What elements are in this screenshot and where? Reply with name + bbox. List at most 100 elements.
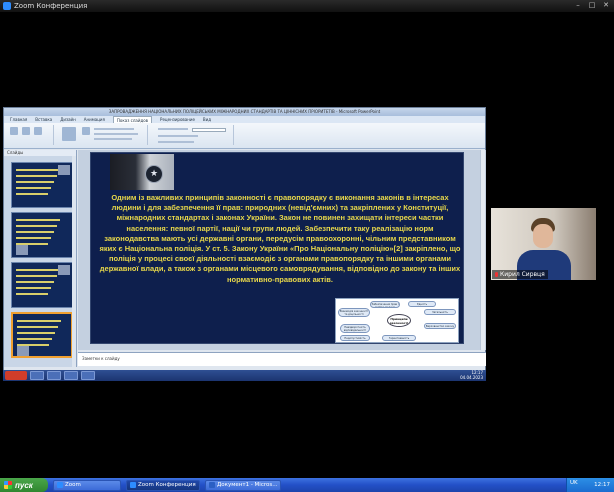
thumbnail-text-line — [16, 175, 57, 177]
ribbon-button[interactable] — [82, 127, 90, 135]
ribbon-button[interactable] — [10, 127, 18, 135]
diagram-node: Гарантованість законності — [382, 335, 416, 341]
ribbon-tab[interactable]: Показ слайдов — [112, 116, 153, 123]
shared-screen: ЗАПРОВАДЖЕННЯ НАЦІОНАЛЬНИХ ПОЛІЦЕЙСЬКИХ … — [3, 107, 486, 381]
taskbar-item[interactable]: Zoom — [53, 479, 121, 491]
ribbon-option[interactable] — [94, 128, 134, 130]
shared-task — [64, 371, 78, 380]
thumbnails-tab[interactable]: Слайды — [4, 150, 76, 156]
shared-clock: 12:17 04.04.2023 — [460, 370, 483, 380]
ribbon — [4, 123, 485, 149]
slide-scrollbar[interactable] — [480, 150, 485, 350]
shared-task — [30, 371, 44, 380]
thumbnail-image — [58, 165, 70, 175]
windows-taskbar: пуск Zoom Zoom Конференция Документ1 - Mic… — [0, 478, 614, 492]
ribbon-tab[interactable]: Анимация — [84, 116, 105, 123]
thumbnail-text-line — [16, 219, 60, 221]
participant-face — [533, 224, 553, 248]
slide-thumbnail[interactable] — [11, 312, 73, 358]
ribbon-button[interactable] — [62, 127, 76, 141]
thumbnail-image — [58, 265, 70, 275]
thumbnail-text-line — [17, 320, 61, 322]
shared-start-button — [5, 371, 27, 380]
taskbar-item[interactable]: Zoom Конференция — [126, 479, 200, 491]
thumbnail-text-line — [16, 287, 51, 289]
zoom-window-title: Zoom Конференция — [14, 2, 88, 10]
police-badge-icon: ★ — [145, 165, 163, 183]
notes-field[interactable]: Заметки к слайду — [78, 352, 486, 366]
ribbon-tab[interactable]: Главная — [10, 116, 27, 123]
minimize-icon[interactable]: – — [572, 1, 584, 10]
thumbnail-text-line — [16, 293, 48, 295]
window-controls: – □ ✕ — [572, 1, 612, 10]
shared-clock-date: 04.04.2023 — [460, 374, 483, 380]
muted-mic-icon — [495, 272, 498, 277]
thumbnail-text-line — [16, 231, 54, 233]
app-icon — [209, 482, 215, 488]
thumbnail-text-line — [16, 225, 57, 227]
participant-name-label: Кирил Сирвця — [492, 270, 548, 279]
ribbon-option[interactable] — [94, 138, 132, 140]
zoom-app-icon — [3, 2, 11, 10]
thumbnail-text-line — [16, 237, 51, 239]
current-slide[interactable]: ★ Одним із важливих принципів законності… — [90, 152, 464, 344]
thumbnail-text-line — [16, 281, 54, 283]
taskbar-item[interactable]: Документ1 - Micros... — [205, 479, 281, 491]
thumbnail-text-line — [16, 187, 51, 189]
language-indicator[interactable]: UK — [570, 480, 578, 486]
diagram-node: Невідворотність відповідальності — [340, 324, 370, 333]
ribbon-group — [154, 125, 234, 145]
ribbon-tab[interactable]: Вставка — [35, 116, 52, 123]
ribbon-tabs: Главная Вставка Дизайн Анимация Показ слайдо… — [4, 116, 485, 123]
thumbnail-image — [16, 245, 28, 255]
taskbar-item-label: Zoom Конференция — [138, 482, 196, 488]
diagram-node: Взаємодія законності та доцільності — [338, 308, 370, 317]
ppt-window-title: ЗАПРОВАДЖЕННЯ НАЦІОНАЛЬНИХ ПОЛІЦЕЙСЬКИХ … — [4, 108, 485, 116]
thumbnail-text-line — [16, 181, 54, 183]
thumbnails-scrollbar[interactable] — [72, 156, 76, 367]
diagram-node: Єдність законності — [408, 301, 436, 307]
shared-taskbar: 12:17 04.04.2023 — [3, 370, 486, 381]
diagram-node: Загальність законності — [424, 309, 456, 315]
ribbon-group — [6, 125, 54, 145]
diagram-node: Недопустимість протиставлення — [340, 335, 370, 341]
ribbon-option[interactable] — [158, 141, 194, 143]
slide-thumbnail[interactable] — [11, 262, 73, 308]
police-photo: ★ — [110, 154, 174, 190]
app-icon — [130, 482, 136, 488]
ribbon-option[interactable] — [158, 128, 188, 130]
shared-task — [47, 371, 61, 380]
taskbar-item-label: Zoom — [65, 482, 81, 488]
thumbnail-text-line — [17, 332, 55, 334]
ribbon-tab[interactable]: Рецензирование — [160, 116, 195, 123]
thumbnail-text-line — [16, 269, 60, 271]
ribbon-option[interactable] — [158, 135, 198, 137]
slide-body-text: Одним із важливих принципів законності є… — [99, 193, 461, 284]
slide-thumbnail[interactable] — [11, 162, 73, 208]
ribbon-option[interactable] — [94, 133, 138, 135]
taskbar-item-label: Документ1 - Micros... — [217, 482, 278, 488]
slide-thumbnail[interactable] — [11, 212, 73, 258]
diagram-node: Забезпечення прав і свобод людини — [370, 301, 400, 308]
thumbnail-text-line — [16, 169, 60, 171]
ribbon-tab[interactable]: Дизайн — [60, 116, 76, 123]
thumbnail-text-line — [17, 326, 58, 328]
diagram-node: Верховенство закону — [424, 323, 456, 329]
start-button[interactable]: пуск — [0, 478, 48, 492]
ribbon-tab[interactable]: Вид — [203, 116, 211, 123]
tray-clock[interactable]: 12:17 — [594, 482, 610, 488]
participant-video[interactable]: Кирил Сирвця — [491, 208, 596, 280]
close-icon[interactable]: ✕ — [600, 1, 612, 10]
principles-diagram: Принципи законності Забезпечення прав і … — [335, 298, 459, 343]
thumbnail-text-line — [16, 275, 57, 277]
zoom-title-bar[interactable]: Zoom Конференция – □ ✕ — [0, 0, 614, 12]
resolution-select[interactable] — [192, 128, 226, 132]
ribbon-button[interactable] — [22, 127, 30, 135]
start-label: пуск — [15, 480, 33, 490]
desktop: Zoom Конференция – □ ✕ ЗАПРОВАДЖЕННЯ НАЦ… — [0, 0, 614, 492]
ribbon-button[interactable] — [34, 127, 42, 135]
shared-task — [81, 371, 95, 380]
windows-logo-icon — [4, 481, 12, 489]
slide-editor: ★ Одним із важливих принципів законності… — [78, 150, 486, 350]
maximize-icon[interactable]: □ — [586, 1, 598, 10]
